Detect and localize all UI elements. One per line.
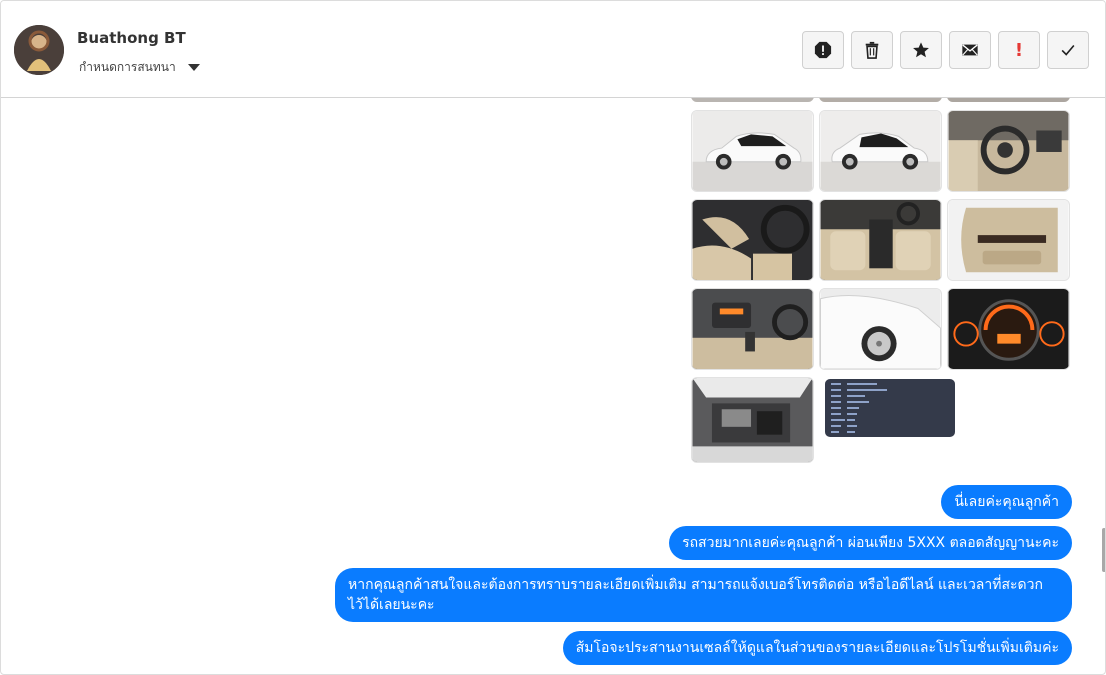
delete-button[interactable] [851,31,893,69]
car-photo-partial[interactable] [819,98,942,102]
car-gauge-cluster-photo[interactable] [947,288,1070,370]
car-front-seat-photo[interactable] [691,199,814,281]
car-exterior-side-left-photo[interactable] [691,110,814,192]
email-button[interactable] [949,31,991,69]
assign-label: กำหนดการสนทนา [79,60,176,74]
message-bubble[interactable]: รถสวยมากเลยค่ะคุณลูกค้า ผ่อนเพียง 5XXX ต… [669,526,1072,560]
header-actions: ! [802,31,1089,69]
thread-scrollbar[interactable] [1102,528,1105,572]
priority-icon: ! [1014,39,1024,61]
star-button[interactable] [900,31,942,69]
mail-icon [962,44,978,56]
star-icon [913,42,929,58]
message-bubble[interactable]: นี่เลยค่ะคุณลูกค้า [941,485,1072,519]
mark-done-button[interactable] [1047,31,1089,69]
car-dashboard-photo[interactable] [947,110,1070,192]
report-icon [814,41,832,59]
priority-button[interactable]: ! [998,31,1040,69]
check-icon [1061,44,1075,56]
contact-name: Buathong BT [77,29,186,47]
car-radio-console-photo[interactable] [691,288,814,370]
message-bubble[interactable]: ส้มโอจะประสานงานเซลล์ให้ดูแลในส่วนของราย… [562,631,1072,665]
car-photo-partial[interactable] [691,98,814,102]
car-interior-cabin-photo[interactable] [819,199,942,281]
assign-conversation-dropdown[interactable]: กำหนดการสนทนา [79,58,200,77]
car-door-panel-photo[interactable] [947,199,1070,281]
message-thread[interactable]: นี่เลยค่ะคุณลูกค้า รถสวยมากเลยค่ะคุณลูกค… [1,98,1105,674]
car-front-wheel-photo[interactable] [819,288,942,370]
car-photo-partial[interactable] [947,98,1070,102]
conversation-header: Buathong BT กำหนดการสนทนา ! [1,1,1105,98]
conversation-window: Buathong BT กำหนดการสนทนา ! นี่เลยค่ะคุณ… [0,0,1106,675]
message-bubble[interactable]: หากคุณลูกค้าสนใจและต้องการทราบรายละเอียด… [335,568,1072,622]
trash-icon [865,41,879,59]
report-button[interactable] [802,31,844,69]
chevron-down-icon [187,64,200,71]
car-exterior-side-right-photo[interactable] [819,110,942,192]
avatar[interactable] [14,25,64,75]
car-engine-bay-photo[interactable] [691,377,814,463]
car-spec-sheet-image[interactable] [825,379,955,437]
